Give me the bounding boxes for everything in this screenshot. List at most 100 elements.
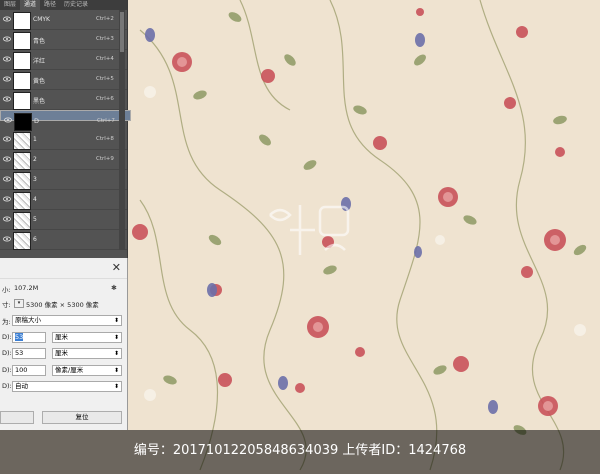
- eye-icon[interactable]: [3, 155, 11, 163]
- eye-icon[interactable]: [3, 215, 11, 223]
- tab-channels[interactable]: 通道: [20, 0, 41, 10]
- eye-icon[interactable]: [3, 75, 11, 83]
- channel-row[interactable]: D Ctrl+7: [0, 110, 131, 131]
- width-input-value: 53: [15, 333, 24, 341]
- gear-icon[interactable]: ✱: [111, 284, 117, 292]
- eye-icon[interactable]: [3, 235, 11, 243]
- channel-row[interactable]: 青色 Ctrl+3: [0, 30, 127, 50]
- chevron-down-icon: ⬍: [113, 383, 119, 390]
- channel-name: 2: [33, 156, 37, 163]
- channel-shortcut: Ctrl+4: [96, 56, 114, 62]
- channel-thumbnail: [13, 52, 31, 70]
- resample-value: 自动: [15, 382, 28, 390]
- width-label: D):: [2, 333, 12, 341]
- channel-shortcut: Ctrl+9: [96, 156, 114, 162]
- channel-name: CMYK: [33, 16, 50, 23]
- channel-row[interactable]: CMYK Ctrl+2: [0, 10, 127, 30]
- channel-row[interactable]: 5: [0, 210, 127, 230]
- channel-name: 青色: [33, 38, 46, 45]
- tab-layers[interactable]: 图层: [0, 0, 20, 10]
- chevron-down-icon: ⬍: [113, 317, 119, 324]
- channel-row[interactable]: 4: [0, 190, 127, 210]
- channel-shortcut: Ctrl+5: [96, 76, 114, 82]
- channels-panel: 图层 通道 路径 历史记录 CMYK Ctrl+2 青色 Ctrl+3 洋红 Ctrl+4…: [0, 0, 131, 258]
- close-icon[interactable]: ✕: [112, 261, 121, 274]
- watermark-logo-icon: [269, 205, 350, 255]
- eye-icon[interactable]: [3, 195, 11, 203]
- channel-row[interactable]: 3: [0, 170, 127, 190]
- width-unit-value: 厘米: [55, 333, 68, 341]
- width-unit-select[interactable]: 厘米 ⬍: [52, 332, 122, 343]
- height-label: D):: [2, 349, 12, 357]
- channel-row[interactable]: 洋红 Ctrl+4: [0, 50, 127, 70]
- eye-icon[interactable]: [3, 55, 11, 63]
- dims-value: 5300 像素 × 5300 像素: [26, 301, 99, 309]
- channel-row[interactable]: 黄色 Ctrl+5: [0, 70, 127, 90]
- channel-thumbnail: [13, 192, 31, 210]
- channel-thumbnail: [13, 32, 31, 50]
- channel-name: 黑色: [33, 98, 46, 105]
- channel-thumbnail: [13, 152, 31, 170]
- channel-name: 4: [33, 196, 37, 203]
- channel-thumbnail: [13, 72, 31, 90]
- dims-label: 寸:: [2, 301, 11, 309]
- channel-name: 3: [33, 176, 37, 183]
- channel-row[interactable]: 2 Ctrl+9: [0, 150, 127, 170]
- eye-icon[interactable]: [3, 135, 11, 143]
- ok-button[interactable]: [0, 411, 34, 424]
- channel-thumbnail: [13, 212, 31, 230]
- channel-thumbnail: [13, 92, 31, 110]
- chevron-down-icon: ⬍: [113, 350, 119, 357]
- dims-dropdown-icon[interactable]: ▾: [14, 299, 24, 308]
- eye-icon[interactable]: [3, 35, 11, 43]
- fit-select[interactable]: 原稿大小 ⬍: [12, 315, 122, 326]
- channel-shortcut: Ctrl+8: [96, 136, 114, 142]
- channel-shortcut: Ctrl+7: [97, 118, 115, 124]
- fit-label: 为:: [2, 318, 11, 326]
- fit-select-value: 原稿大小: [15, 316, 41, 324]
- eye-icon[interactable]: [3, 175, 11, 183]
- dialog-titlebar: ✕: [0, 258, 127, 279]
- channel-shortcut: Ctrl+2: [96, 16, 114, 22]
- tab-paths[interactable]: 路径: [40, 0, 60, 10]
- channel-thumbnail: [14, 113, 32, 131]
- resample-label: D):: [2, 382, 12, 390]
- eye-icon[interactable]: [3, 15, 11, 23]
- width-input[interactable]: 53: [12, 332, 46, 343]
- resolution-label: D):: [2, 366, 12, 374]
- channel-thumbnail: [13, 132, 31, 150]
- channel-thumbnail: [13, 232, 31, 250]
- tab-history[interactable]: 历史记录: [60, 0, 92, 10]
- size-label: 小:: [2, 286, 11, 294]
- height-unit-select[interactable]: 厘米 ⬍: [52, 348, 122, 359]
- height-unit-value: 厘米: [55, 349, 68, 357]
- channel-name: D: [34, 117, 40, 125]
- resolution-input[interactable]: 100: [12, 365, 46, 376]
- height-input-value: 53: [15, 349, 24, 357]
- channel-row[interactable]: 1 Ctrl+8: [0, 130, 127, 150]
- resample-select[interactable]: 自动 ⬍: [12, 381, 122, 392]
- channel-name: 6: [33, 236, 37, 243]
- channel-name: 黄色: [33, 78, 46, 85]
- channel-shortcut: Ctrl+3: [96, 36, 114, 42]
- channel-name: 1: [33, 136, 37, 143]
- channel-name: 洋红: [33, 58, 46, 65]
- channel-row[interactable]: 黑色 Ctrl+6: [0, 90, 127, 110]
- channel-name: 5: [33, 216, 37, 223]
- height-input[interactable]: 53: [12, 348, 46, 359]
- channel-thumbnail: [13, 172, 31, 190]
- channel-shortcut: Ctrl+6: [96, 96, 114, 102]
- resolution-unit-select[interactable]: 像素/厘米 ⬍: [52, 365, 122, 376]
- chevron-down-icon: ⬍: [113, 334, 119, 341]
- resolution-input-value: 100: [15, 366, 28, 374]
- size-value: 107.2M: [14, 284, 39, 292]
- eye-icon[interactable]: [4, 116, 12, 124]
- reset-button[interactable]: 复位: [42, 411, 122, 424]
- channel-row[interactable]: 6: [0, 230, 127, 250]
- panel-tabs: 图层 通道 路径 历史记录: [0, 0, 127, 10]
- eye-icon[interactable]: [3, 95, 11, 103]
- resolution-unit-value: 像素/厘米: [55, 366, 84, 374]
- panel-scroll-thumb[interactable]: [120, 12, 124, 52]
- channel-thumbnail: [13, 12, 31, 30]
- chevron-down-icon: ⬍: [113, 367, 119, 374]
